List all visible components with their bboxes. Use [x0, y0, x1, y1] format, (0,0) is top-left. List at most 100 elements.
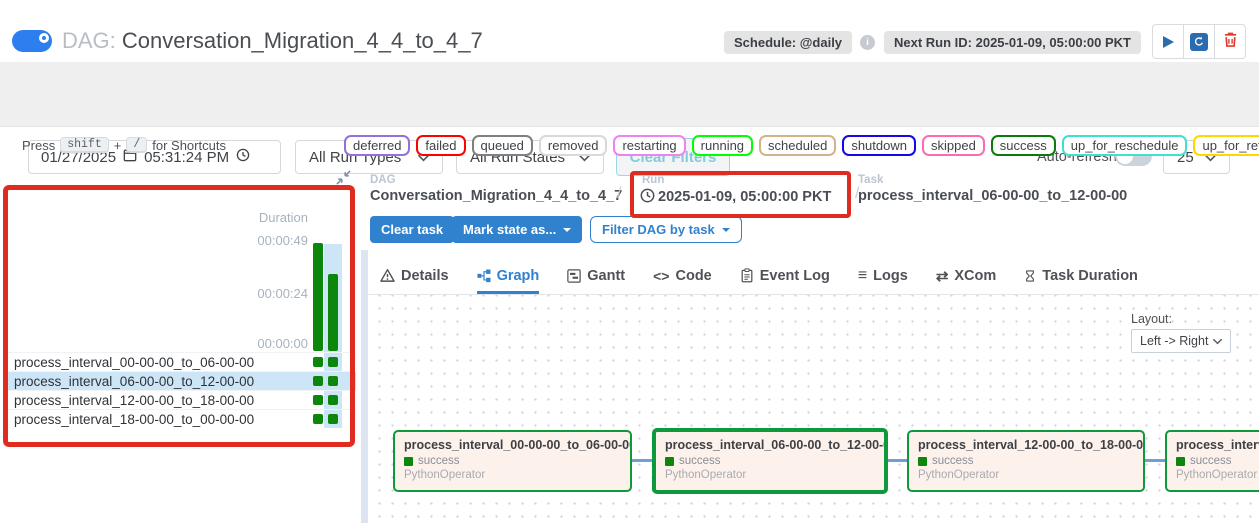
- status-badge-shutdown[interactable]: shutdown: [842, 135, 916, 156]
- clock-icon: [236, 148, 250, 166]
- status-badge-skipped[interactable]: skipped: [922, 135, 985, 156]
- breadcrumb-run-value[interactable]: 2025-01-09, 05:00:00 PKT: [640, 188, 831, 205]
- node-state-label: success: [932, 455, 974, 467]
- dag-pause-toggle[interactable]: [12, 30, 52, 52]
- duration-tick: 00:00:00: [240, 336, 308, 351]
- warning-icon: [380, 268, 395, 283]
- status-badge-failed[interactable]: failed: [416, 135, 465, 156]
- event-log-icon: [740, 268, 754, 283]
- breadcrumb-run-label: Run: [642, 174, 664, 186]
- tab-graph[interactable]: Graph: [477, 257, 540, 294]
- task-instance-square-success[interactable]: [328, 376, 338, 386]
- chevron-down-icon: [1213, 334, 1222, 348]
- panel-divider[interactable]: [361, 250, 368, 523]
- status-badge-success[interactable]: success: [991, 135, 1056, 156]
- status-badge-removed[interactable]: removed: [539, 135, 608, 156]
- task-instance-square-success[interactable]: [328, 414, 338, 424]
- logs-icon: ≡: [858, 267, 867, 285]
- task-row[interactable]: process_interval_06-00-00_to_12-00-00: [3, 371, 356, 390]
- layout-value: Left -> Right: [1140, 334, 1208, 348]
- status-badge-up_for_retry[interactable]: up_for_retry: [1193, 135, 1259, 156]
- delete-dag-button[interactable]: [1214, 24, 1246, 59]
- tab-task-duration[interactable]: Task Duration: [1024, 257, 1138, 294]
- task-row[interactable]: process_interval_18-00-00_to_00-00-00: [3, 409, 356, 428]
- duration-bar[interactable]: [313, 243, 323, 351]
- task-name[interactable]: process_interval_18-00-00_to_00-00-00: [3, 412, 254, 427]
- graph-node[interactable]: process_interval_12-00-00_to_18-00-00suc…: [907, 430, 1145, 492]
- info-icon[interactable]: i: [860, 35, 875, 50]
- collapse-panel-icon[interactable]: [336, 170, 351, 190]
- refresh-dag-button[interactable]: [1183, 24, 1215, 59]
- task-instance-square-success[interactable]: [328, 395, 338, 405]
- layout-select[interactable]: Left -> Right: [1131, 329, 1231, 353]
- clear-task-button[interactable]: Clear task: [370, 216, 454, 243]
- node-operator-label: PythonOperator: [918, 469, 1134, 481]
- tab-gantt[interactable]: Gantt: [567, 257, 625, 294]
- tab-label: XCom: [954, 268, 996, 284]
- node-operator-label: PythonOperator: [1176, 469, 1259, 481]
- shortcuts-suffix: for Shortcuts: [152, 138, 226, 153]
- node-operator-label: PythonOperator: [404, 469, 621, 481]
- task-row[interactable]: process_interval_00-00-00_to_06-00-00: [3, 352, 356, 371]
- task-instance-square-success[interactable]: [313, 376, 323, 386]
- mark-state-button[interactable]: Mark state as...: [452, 216, 582, 243]
- layout-label: Layout:: [1131, 312, 1172, 326]
- node-task-name: process_interval_12-00-00_to_18-00-00: [918, 438, 1134, 452]
- shift-key: shift: [60, 137, 109, 153]
- tab-label: Task Duration: [1042, 268, 1138, 284]
- tab-details[interactable]: Details: [380, 257, 449, 294]
- graph-canvas[interactable]: Layout: Left -> Right process_interval_0…: [368, 295, 1259, 523]
- task-instance-square-success[interactable]: [313, 395, 323, 405]
- success-state-square: [404, 457, 413, 466]
- node-state-label: success: [1190, 455, 1232, 467]
- tab-event-log[interactable]: Event Log: [740, 257, 830, 294]
- tab-code[interactable]: <>Code: [653, 257, 712, 294]
- breadcrumb-dag-value[interactable]: Conversation_Migration_4_4_to_4_7: [370, 188, 622, 204]
- task-name[interactable]: process_interval_00-00-00_to_06-00-00: [3, 355, 254, 370]
- duration-tick: 00:00:49: [240, 233, 308, 248]
- shortcuts-hint: Press shift + / for Shortcuts: [22, 137, 226, 153]
- duration-bar[interactable]: [328, 274, 338, 351]
- status-badge-scheduled[interactable]: scheduled: [759, 135, 836, 156]
- filter-dag-by-task-button[interactable]: Filter DAG by task: [590, 216, 742, 243]
- graph-icon: [477, 269, 491, 283]
- task-name[interactable]: process_interval_12-00-00_to_18-00-00: [3, 393, 254, 408]
- gantt-icon: [567, 269, 581, 283]
- node-operator-label: PythonOperator: [665, 469, 875, 481]
- node-state-label: success: [679, 455, 721, 467]
- graph-node[interactable]: process_interval_06-00-00_to_12-00-00suc…: [652, 428, 888, 494]
- task-instance-square-success[interactable]: [313, 414, 323, 424]
- status-badge-up_for_reschedule[interactable]: up_for_reschedule: [1062, 135, 1188, 156]
- plus-sign: +: [114, 138, 122, 153]
- caret-down-icon: [563, 228, 571, 232]
- code-icon: <>: [653, 268, 669, 284]
- status-badge-restarting[interactable]: restarting: [613, 135, 685, 156]
- tab-logs[interactable]: ≡ Logs: [858, 257, 908, 294]
- task-row[interactable]: process_interval_12-00-00_to_18-00-00: [3, 390, 356, 409]
- tab-label: Graph: [497, 268, 540, 284]
- tab-label: Details: [401, 268, 449, 284]
- trigger-dag-button[interactable]: [1152, 24, 1184, 59]
- task-instance-square-success[interactable]: [313, 357, 323, 367]
- graph-node[interactable]: process_interval_00-00-00_to_06-00-00suc…: [393, 430, 632, 492]
- graph-node[interactable]: process_interval_18-00-00_to_00-00-00suc…: [1165, 430, 1259, 492]
- status-badge-queued[interactable]: queued: [472, 135, 533, 156]
- breadcrumb-task-value[interactable]: process_interval_06-00-00_to_12-00-00: [858, 188, 1127, 204]
- task-instance-square-success[interactable]: [328, 357, 338, 367]
- slash-key: /: [126, 137, 147, 153]
- run-timestamp: 2025-01-09, 05:00:00 PKT: [658, 189, 831, 205]
- status-badge-deferred[interactable]: deferred: [344, 135, 410, 156]
- duration-tick: 00:00:24: [240, 286, 308, 301]
- tab-label: Event Log: [760, 268, 830, 284]
- schedule-badge: Schedule: @daily: [724, 31, 852, 54]
- status-badge-running[interactable]: running: [692, 135, 753, 156]
- clock-icon: [640, 188, 655, 205]
- tab-xcom[interactable]: ⇄XCom: [936, 257, 996, 294]
- graph-edge: [632, 459, 652, 462]
- task-name[interactable]: process_interval_06-00-00_to_12-00-00: [3, 374, 254, 389]
- node-task-name: process_interval_06-00-00_to_12-00-00: [665, 438, 875, 452]
- node-task-name: process_interval_00-00-00_to_06-00-00: [404, 438, 621, 452]
- tab-label: Logs: [873, 268, 908, 284]
- dag-action-buttons: [1152, 24, 1246, 59]
- detail-tabs: Details Graph Gantt <>Code Event Log ≡ Logs ⇄XC…: [368, 257, 1259, 295]
